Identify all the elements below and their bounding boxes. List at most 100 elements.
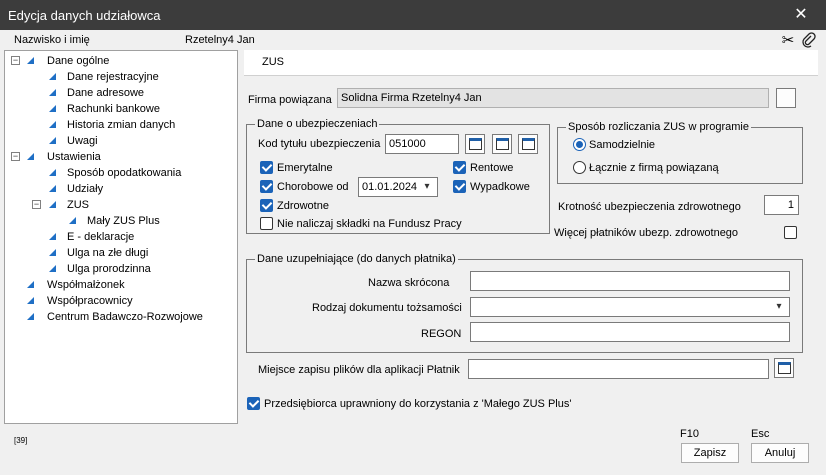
navigation-tree: − Dane ogólne Dane rejestracyjne Dane ad… [4,50,238,424]
chorobowe-date-picker[interactable]: 01.01.2024 ▾ [358,177,438,197]
rentowe-checkbox[interactable] [453,161,466,174]
tree-item-e-deklaracje[interactable]: E - deklaracje [5,229,235,245]
tree-node-icon [27,313,34,320]
przedsiebiorca-checkbox[interactable] [247,397,260,410]
miejsce-browse-button[interactable] [774,358,794,378]
tree-node-icon [49,121,56,128]
collapse-icon[interactable]: − [11,56,20,65]
wypadkowe-label: Wypadkowe [470,181,530,193]
tree-item-dane-rejestracyjne[interactable]: Dane rejestracyjne [5,69,235,85]
wypadkowe-checkbox[interactable] [453,180,466,193]
tree-node-icon [27,153,34,160]
kod-edit-button[interactable] [492,134,512,154]
wiecej-label: Więcej płatników ubezp. zdrowotnego [554,227,739,239]
tree-item-dane-adresowe[interactable]: Dane adresowe [5,85,235,101]
kod-add-button[interactable] [518,134,538,154]
tree-node-icon [49,89,56,96]
tree-item-zus[interactable]: − ZUS [5,197,235,213]
chorobowe-label: Chorobowe od [277,181,349,193]
save-shortcut: F10 [680,428,699,440]
lacznie-label: Łącznie z firmą powiązaną [589,162,719,174]
samodzielnie-radio[interactable] [573,138,586,151]
chorobowe-checkbox[interactable] [260,180,273,193]
window-title: Edycja danych udziałowca [8,8,161,23]
kod-input[interactable]: 051000 [385,134,459,154]
tree-item-historia-zmian[interactable]: Historia zmian danych [5,117,235,133]
ubezpieczenia-legend: Dane o ubezpieczeniach [255,118,380,130]
tree-node-icon [49,265,56,272]
tree-node-icon [49,249,56,256]
tree-node-icon [27,57,34,64]
tree-node-icon [49,169,56,176]
save-button[interactable]: Zapisz [681,443,739,463]
tree-node-icon [69,217,76,224]
tree-item-maly-zus-plus[interactable]: Mały ZUS Plus [5,213,235,229]
tree-item-udzialy[interactable]: Udziały [5,181,235,197]
name-label: Nazwisko i imię [14,34,90,46]
tree-item-sposob-opodatkowania[interactable]: Sposób opodatkowania [5,165,235,181]
miejsce-input[interactable] [468,359,769,379]
chevron-down-icon[interactable]: ▾ [421,178,433,196]
tree-item-ulga-zle-dlugi[interactable]: Ulga na złe długi [5,245,235,261]
chevron-down-icon[interactable]: ▾ [773,298,785,316]
collapse-icon[interactable]: − [11,152,20,161]
cancel-button[interactable]: Anuluj [751,443,809,463]
tree-node-icon [49,233,56,240]
tree-item-dane-ogolne[interactable]: − Dane ogólne [5,53,235,69]
zdrowotne-checkbox[interactable] [260,199,273,212]
close-icon[interactable]: ✕ [786,0,816,30]
regon-input[interactable] [470,322,790,342]
kod-list-button[interactable] [465,134,485,154]
rodzaj-label: Rodzaj dokumentu tożsamości [312,302,462,314]
zdrowotne-label: Zdrowotne [277,200,329,212]
tree-item-wspolpracownicy[interactable]: Współpracownicy [5,293,235,309]
window-icon [469,138,482,150]
nie-naliczaj-label: Nie naliczaj składki na Fundusz Pracy [277,218,462,230]
rodzaj-select[interactable]: ▾ [470,297,790,317]
wiecej-checkbox[interactable] [784,226,797,239]
collapse-icon[interactable]: − [32,200,41,209]
chorobowe-date-value: 01.01.2024 [362,181,418,193]
emerytalne-label: Emerytalne [277,162,333,174]
tree-node-icon [49,201,56,208]
tree-node-icon [49,73,56,80]
paperclip-icon[interactable] [801,32,817,50]
firma-field: Solidna Firma Rzetelny4 Jan [337,88,769,108]
tree-node-icon [49,137,56,144]
nie-naliczaj-checkbox[interactable] [260,217,273,230]
regon-label: REGON [421,328,462,340]
nazwa-label: Nazwa skrócona [368,277,450,289]
emerytalne-checkbox[interactable] [260,161,273,174]
firma-label: Firma powiązana [248,94,332,106]
tree-item-ulga-prorodzinna[interactable]: Ulga prorodzinna [5,261,235,277]
sposob-legend: Sposób rozliczania ZUS w programie [566,121,751,133]
nazwa-input[interactable] [470,271,790,291]
firma-picker-button[interactable] [776,88,796,108]
krotnosc-input[interactable]: 1 [764,195,799,215]
window-icon [496,138,509,150]
tree-item-centrum-badawczo-rozwojowe[interactable]: Centrum Badawczo-Rozwojowe [5,309,235,325]
rentowe-label: Rentowe [470,162,514,174]
tree-node-icon [49,185,56,192]
zus-panel: ZUS Firma powiązana Solidna Firma Rzetel… [244,50,818,424]
kod-label: Kod tytułu ubezpieczenia [258,138,381,150]
samodzielnie-label: Samodzielnie [589,139,656,151]
tree-item-ustawienia[interactable]: − Ustawienia [5,149,235,165]
tree-item-rachunki-bankowe[interactable]: Rachunki bankowe [5,101,235,117]
tab-zus[interactable]: ZUS [262,56,284,68]
tree-node-icon [27,281,34,288]
scissors-icon[interactable]: ✂ [780,32,796,50]
tree-node-icon [49,105,56,112]
tab-strip: ZUS [244,50,818,76]
tree-item-wspolmalzonek[interactable]: Współmałżonek [5,277,235,293]
tree-item-uwagi[interactable]: Uwagi [5,133,235,149]
screen-code: [39] [14,436,28,445]
przedsiebiorca-label: Przedsiębiorca uprawniony do korzystania… [264,398,572,410]
title-bar: Edycja danych udziałowca ✕ [0,0,826,30]
tree-node-icon [27,297,34,304]
miejsce-label: Miejsce zapisu plików dla aplikacji Płat… [258,364,460,376]
lacznie-radio[interactable] [573,161,586,174]
uzupelniajace-legend: Dane uzupełniające (do danych płatnika) [255,253,458,265]
sposob-group: Sposób rozliczania ZUS w programie [557,121,803,184]
folder-icon [778,362,791,374]
